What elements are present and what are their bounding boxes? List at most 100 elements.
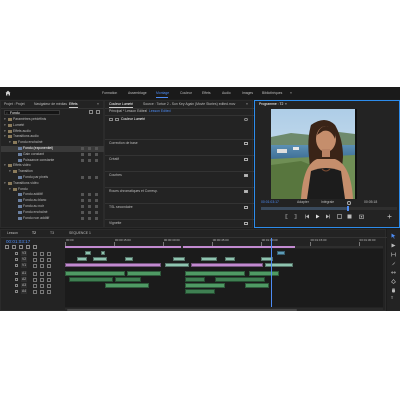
- sync-lock-icon[interactable]: [33, 272, 37, 276]
- effects-tree-item[interactable]: Fondu non additif: [1, 216, 105, 222]
- timeline-playhead[interactable]: [271, 238, 272, 307]
- lock-icon[interactable]: [15, 258, 18, 261]
- tab-bibliotheques[interactable]: Bibliothèques: [262, 91, 282, 96]
- pen-tool-icon[interactable]: [391, 279, 396, 284]
- tab-navigateur-medias[interactable]: Navigateur de médias: [34, 102, 67, 107]
- tab-sequence-t2[interactable]: T2: [32, 231, 36, 236]
- video-clip[interactable]: [277, 251, 285, 255]
- sync-lock-icon[interactable]: [33, 284, 37, 288]
- selection-tool-icon[interactable]: [391, 233, 396, 239]
- section-enable-checkbox[interactable]: [244, 205, 248, 210]
- chevron-down-icon[interactable]: ▾: [4, 123, 6, 128]
- tab-projet[interactable]: Projet : Projet: [4, 102, 25, 107]
- audio-clip[interactable]: [185, 289, 215, 294]
- timeline-scrollbar[interactable]: [65, 308, 383, 311]
- lumetri-section[interactable]: Vignette: [105, 219, 254, 227]
- new-folder-icon[interactable]: [89, 110, 93, 114]
- video-clip[interactable]: [85, 251, 91, 255]
- sync-lock-icon[interactable]: [33, 252, 37, 256]
- audio-clip[interactable]: [65, 271, 125, 276]
- audio-clip[interactable]: [69, 277, 113, 282]
- audio-clip[interactable]: [245, 283, 269, 288]
- toggle-output-icon[interactable]: [47, 258, 51, 262]
- lock-icon[interactable]: [15, 264, 18, 267]
- work-area-bar[interactable]: [65, 246, 383, 248]
- tab-assemblage[interactable]: Assemblage: [128, 91, 147, 96]
- toggle-output-icon[interactable]: [47, 252, 51, 256]
- tab-sequence-1[interactable]: SEQUENCE 1: [69, 231, 91, 236]
- tab-effets[interactable]: Effets: [202, 91, 211, 96]
- mute-icon[interactable]: [40, 290, 44, 294]
- lumetri-section[interactable]: Couleur Lumetri: [105, 116, 254, 123]
- video-clip[interactable]: [125, 257, 133, 261]
- video-clip[interactable]: [265, 263, 293, 267]
- lock-icon[interactable]: [15, 272, 18, 275]
- section-enable-checkbox[interactable]: [244, 173, 248, 178]
- audio-clip[interactable]: [215, 277, 265, 282]
- lock-icon[interactable]: [15, 278, 18, 281]
- chevron-down-icon[interactable]: ▾: [4, 163, 6, 168]
- section-enable-checkbox[interactable]: [244, 157, 248, 162]
- reset-icon[interactable]: [244, 117, 248, 121]
- video-clip[interactable]: [93, 257, 107, 261]
- video-clip[interactable]: [65, 263, 161, 267]
- tab-source[interactable]: Source : Tortue 2 - Sun Key Again (Movie…: [143, 102, 237, 107]
- home-icon[interactable]: [5, 90, 11, 96]
- mute-icon[interactable]: [40, 272, 44, 276]
- slip-tool-icon[interactable]: [391, 270, 396, 275]
- solo-icon[interactable]: [47, 272, 51, 276]
- video-clip[interactable]: [77, 257, 87, 261]
- video-clip[interactable]: [101, 251, 105, 255]
- effects-search-input[interactable]: ⌕ Fondu: [4, 110, 60, 115]
- audio-clip[interactable]: [127, 271, 161, 276]
- panel-menu-icon[interactable]: »: [246, 102, 248, 107]
- video-clip[interactable]: [191, 263, 263, 267]
- lumetri-section[interactable]: TSL secondaire: [105, 203, 254, 211]
- reset-icon[interactable]: [115, 117, 119, 121]
- tab-formation[interactable]: Formation: [102, 91, 117, 96]
- audio-clip[interactable]: [105, 283, 149, 288]
- video-clip[interactable]: [201, 257, 217, 261]
- ripple-edit-icon[interactable]: [391, 252, 396, 257]
- track-header[interactable]: V1: [1, 263, 65, 269]
- razor-tool-icon[interactable]: [391, 261, 396, 266]
- sync-lock-icon[interactable]: [33, 258, 37, 262]
- lock-icon[interactable]: [15, 252, 18, 255]
- tab-montage[interactable]: Montage: [156, 91, 169, 96]
- scrollbar-thumb[interactable]: [67, 308, 297, 311]
- lock-icon[interactable]: [15, 290, 18, 293]
- panel-menu-icon[interactable]: »: [97, 102, 99, 107]
- tab-images[interactable]: Images: [242, 91, 253, 96]
- type-tool-icon[interactable]: T: [391, 296, 393, 301]
- tab-audio[interactable]: Audio: [222, 91, 231, 96]
- lumetri-section[interactable]: Roues chromatiques et Corresp.: [105, 187, 254, 195]
- solo-icon[interactable]: [47, 290, 51, 294]
- lumetri-section[interactable]: Créatif: [105, 155, 254, 163]
- solo-icon[interactable]: [47, 284, 51, 288]
- section-enable-checkbox[interactable]: [244, 189, 248, 194]
- lumetri-section[interactable]: Correction de base: [105, 139, 254, 147]
- chevron-down-icon[interactable]: ▾: [9, 169, 11, 174]
- audio-clip[interactable]: [185, 283, 225, 288]
- audio-clip[interactable]: [185, 271, 245, 276]
- eye-icon[interactable]: [40, 252, 44, 256]
- audio-clip[interactable]: [185, 277, 205, 282]
- video-clip[interactable]: [225, 257, 235, 261]
- overflow-chevron[interactable]: »: [290, 91, 292, 96]
- fx-icon[interactable]: [109, 117, 113, 121]
- audio-clip[interactable]: [249, 271, 279, 276]
- track-select-icon[interactable]: [391, 243, 396, 248]
- timeline-ruler[interactable]: 00:00 00:00:15:00 00:00:30:00 00:00:45:00 00…: [65, 238, 383, 246]
- lock-icon[interactable]: [15, 284, 18, 287]
- toggle-output-icon[interactable]: [47, 264, 51, 268]
- eye-icon[interactable]: [40, 264, 44, 268]
- solo-icon[interactable]: [47, 278, 51, 282]
- section-enable-checkbox[interactable]: [244, 221, 248, 226]
- chevron-down-icon[interactable]: ▾: [4, 129, 6, 134]
- tab-sequence-lesson[interactable]: Lesson: [7, 231, 18, 236]
- sync-lock-icon[interactable]: [33, 264, 37, 268]
- section-enable-checkbox[interactable]: [244, 141, 248, 146]
- mute-icon[interactable]: [40, 278, 44, 282]
- eye-icon[interactable]: [40, 258, 44, 262]
- audio-clip[interactable]: [115, 277, 141, 282]
